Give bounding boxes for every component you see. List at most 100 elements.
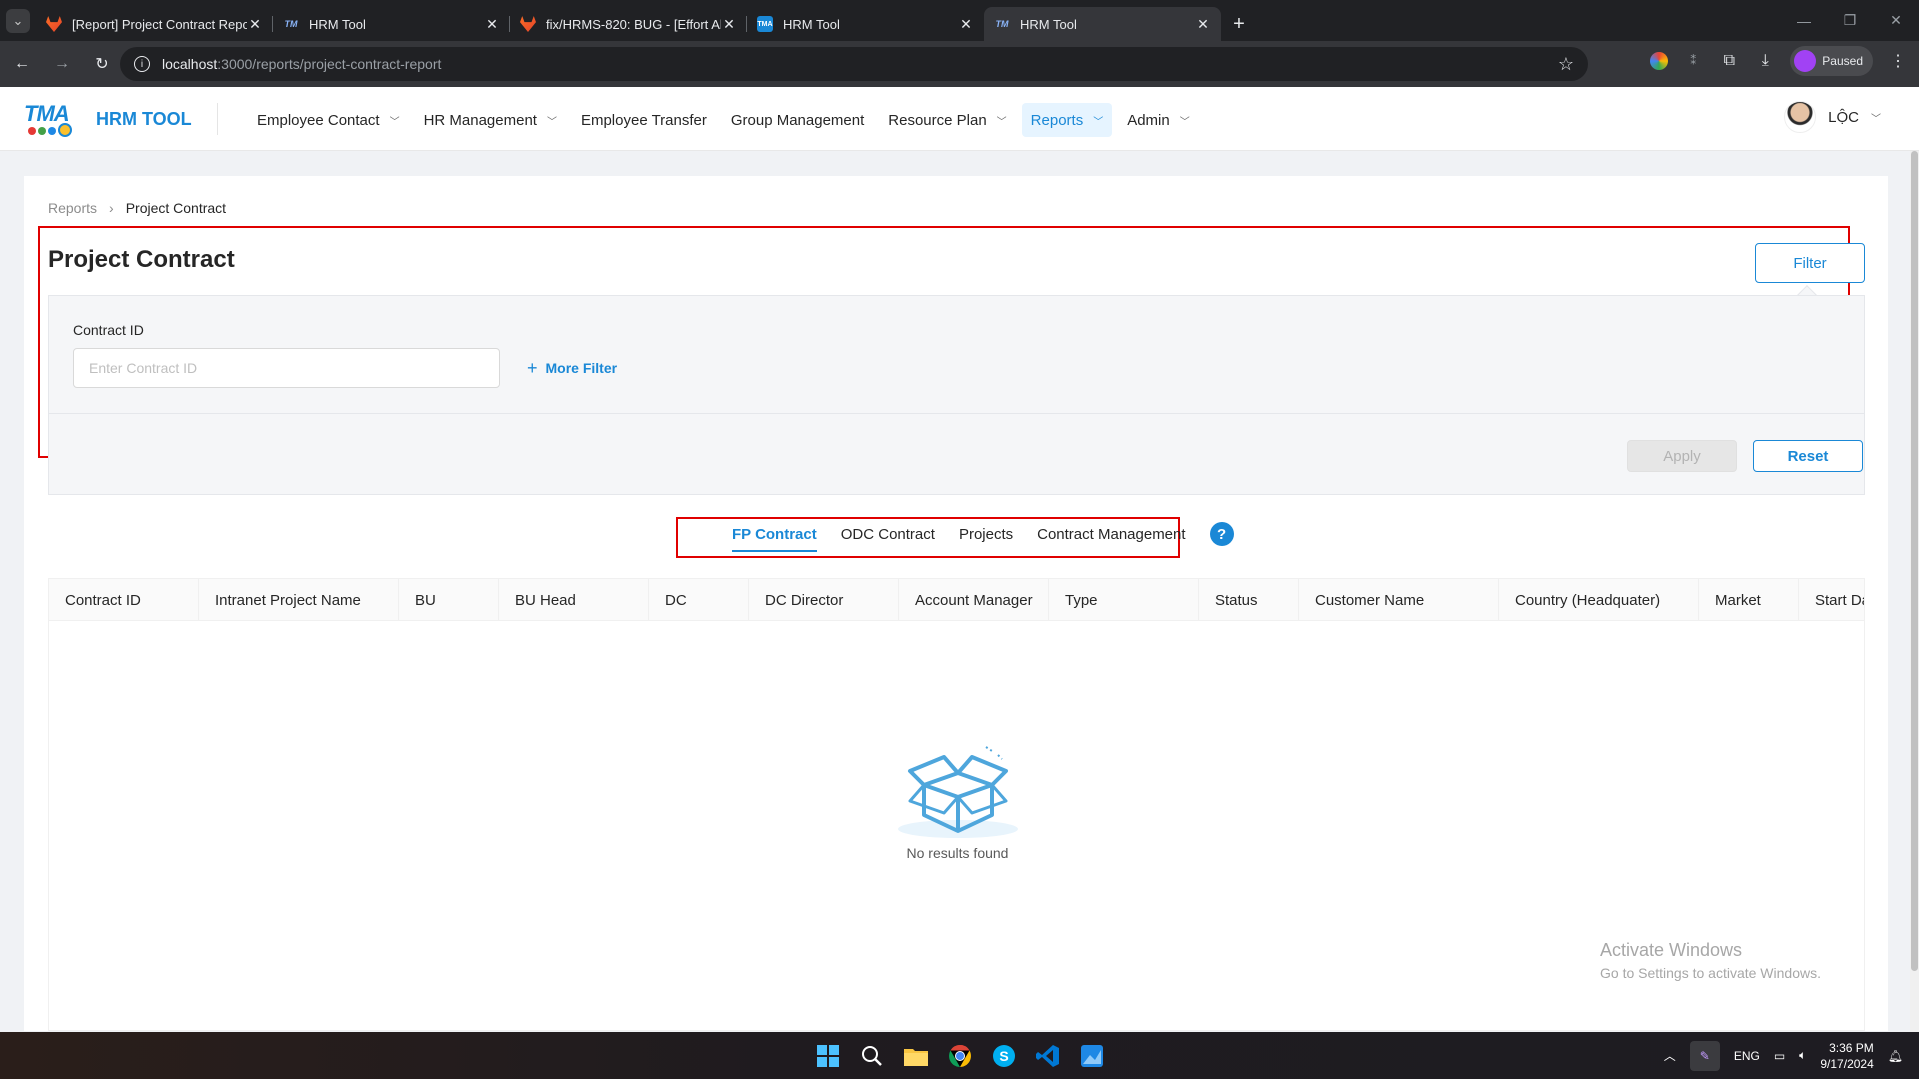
profile-button[interactable]: Paused xyxy=(1790,46,1873,76)
column-header[interactable]: DC xyxy=(649,579,749,621)
file-explorer-icon[interactable] xyxy=(900,1040,932,1072)
browser-tab[interactable]: [Report] Project Contract Report ✕ xyxy=(36,7,273,41)
close-icon[interactable]: ✕ xyxy=(1195,16,1211,33)
tab-contract-management[interactable]: Contract Management xyxy=(1037,514,1185,554)
close-icon[interactable]: ✕ xyxy=(484,16,500,33)
windows-start-icon[interactable] xyxy=(812,1040,844,1072)
system-tray: ︿ ✎ ENG ▭ 🔈︎ 3:36 PM 9/17/2024 🔔︎ xyxy=(1664,1032,1903,1079)
column-header[interactable]: Start Date xyxy=(1799,579,1864,621)
nav-label: HR Management xyxy=(423,111,537,129)
column-header[interactable]: Market xyxy=(1699,579,1799,621)
clock-time: 3:36 PM xyxy=(1829,1040,1874,1055)
nav-admin[interactable]: Admin ﹀ xyxy=(1118,103,1199,137)
column-header[interactable]: Status xyxy=(1199,579,1299,621)
nav-hr-management[interactable]: HR Management ﹀ xyxy=(415,103,566,137)
browser-tab-title: fix/HRMS-820: BUG - [Effort Allo xyxy=(546,16,721,32)
column-header[interactable]: Account Manager xyxy=(899,579,1049,621)
logo-dot xyxy=(48,127,56,135)
column-header[interactable]: BU xyxy=(399,579,499,621)
nav-reports[interactable]: Reports ﹀ xyxy=(1021,103,1113,137)
page-scrollbar[interactable] xyxy=(1910,151,1919,1032)
contract-id-input[interactable] xyxy=(73,348,500,388)
app-header: TMA HRM TOOL Employee Contact ﹀ HR Manage… xyxy=(0,87,1919,151)
contract-tabs: FP Contract ODC Contract Projects Contra… xyxy=(732,514,1234,554)
column-header[interactable]: Contract ID xyxy=(49,579,199,621)
more-menu-icon[interactable]: ⋮ xyxy=(1887,50,1909,72)
more-filter-button[interactable]: + More Filter xyxy=(527,359,617,377)
network-icon[interactable]: ▭ xyxy=(1774,1049,1785,1063)
main-nav: Employee Contact ﹀ HR Management ﹀ Employe… xyxy=(248,103,1205,137)
arrow-left-icon: ← xyxy=(14,55,30,72)
empty-box-icon xyxy=(897,746,1018,838)
address-bar[interactable]: i localhost :3000/reports/project-contra… xyxy=(120,47,1588,81)
close-icon[interactable]: ✕ xyxy=(958,16,974,33)
skype-icon[interactable]: S xyxy=(988,1040,1020,1072)
extension-icon[interactable]: ⁑ xyxy=(1682,50,1704,72)
user-menu[interactable]: LỘC ﹀ xyxy=(1784,101,1881,133)
clock-date: 9/17/2024 xyxy=(1820,1056,1874,1071)
puzzle-extensions-icon[interactable]: ⧉ xyxy=(1718,50,1740,72)
tma-icon: TMA xyxy=(757,16,773,32)
watermark-line1: Activate Windows xyxy=(1600,940,1743,960)
scrollbar-thumb[interactable] xyxy=(1911,151,1918,971)
nav-employee-contact[interactable]: Employee Contact ﹀ xyxy=(248,103,409,137)
chrome-icon[interactable] xyxy=(944,1040,976,1072)
pen-icon[interactable]: ✎ xyxy=(1689,1040,1720,1071)
restore-icon[interactable]: ❐ xyxy=(1827,0,1873,41)
close-window-icon[interactable]: ✕ xyxy=(1873,0,1919,41)
nav-label: Resource Plan xyxy=(888,111,987,129)
column-header[interactable]: DC Director xyxy=(749,579,899,621)
app-logo[interactable]: TMA HRM TOOL xyxy=(24,101,192,137)
language-indicator[interactable]: ENG xyxy=(1734,1049,1760,1063)
tma-icon: TM xyxy=(995,19,1009,29)
download-icon[interactable]: ⤓ xyxy=(1754,50,1776,72)
column-header[interactable]: BU Head xyxy=(499,579,649,621)
empty-state: No results found xyxy=(49,739,1864,861)
browser-tab[interactable]: TMA HRM Tool ✕ xyxy=(747,7,984,41)
tab-projects[interactable]: Projects xyxy=(959,514,1013,554)
tma-icon: TM xyxy=(284,19,298,29)
column-header[interactable]: Type xyxy=(1049,579,1199,621)
forward-button[interactable]: → xyxy=(44,46,80,82)
toolbar-right: ⁑ ⧉ ⤓ Paused ⋮ xyxy=(1650,46,1909,76)
tab-fp-contract[interactable]: FP Contract xyxy=(732,514,817,554)
browser-tab[interactable]: fix/HRMS-820: BUG - [Effort Allo ✕ xyxy=(510,7,747,41)
chevron-up-icon[interactable]: ︿ xyxy=(1664,1047,1676,1064)
notification-bell-icon[interactable]: 🔔︎ xyxy=(1888,1049,1903,1063)
filter-button[interactable]: Filter xyxy=(1755,243,1865,283)
image-app-icon[interactable] xyxy=(1076,1040,1108,1072)
close-icon[interactable]: ✕ xyxy=(247,16,263,33)
help-icon[interactable]: ? xyxy=(1209,522,1234,546)
new-tab-button[interactable]: + xyxy=(1221,7,1257,41)
column-header[interactable]: Country (Headquater) xyxy=(1499,579,1699,621)
extension-color-icon[interactable] xyxy=(1650,52,1669,70)
reset-button[interactable]: Reset xyxy=(1753,440,1863,472)
vscode-icon[interactable] xyxy=(1032,1040,1064,1072)
nav-label: Admin xyxy=(1127,111,1170,129)
windows-activation-watermark: Activate Windows Go to Settings to activ… xyxy=(1600,940,1821,981)
close-icon[interactable]: ✕ xyxy=(721,16,737,33)
search-icon[interactable] xyxy=(856,1040,888,1072)
contract-table: Contract ID Intranet Project Name BU BU … xyxy=(48,578,1865,1031)
breadcrumb-parent[interactable]: Reports xyxy=(48,200,97,216)
column-header[interactable]: Intranet Project Name xyxy=(199,579,399,621)
chevron-right-icon: › xyxy=(109,200,114,216)
browser-tab-active[interactable]: TM HRM Tool ✕ xyxy=(984,7,1221,41)
volume-icon[interactable]: 🔈︎ xyxy=(1799,1048,1806,1063)
bookmark-star-icon[interactable]: ☆ xyxy=(1558,54,1574,75)
browser-tab[interactable]: TM HRM Tool ✕ xyxy=(273,7,510,41)
minimize-icon[interactable]: — xyxy=(1781,0,1827,41)
logo-dot xyxy=(28,127,36,135)
tab-odc-contract[interactable]: ODC Contract xyxy=(841,514,935,554)
back-button[interactable]: ← xyxy=(4,46,40,82)
nav-resource-plan[interactable]: Resource Plan ﹀ xyxy=(879,103,1015,137)
apply-button[interactable]: Apply xyxy=(1627,440,1737,472)
nav-group-management[interactable]: Group Management xyxy=(722,103,873,137)
nav-employee-transfer[interactable]: Employee Transfer xyxy=(572,103,716,137)
clock[interactable]: 3:36 PM 9/17/2024 xyxy=(1820,1040,1873,1072)
tab-search-button[interactable]: ⌄ xyxy=(0,0,36,41)
site-info-icon[interactable]: i xyxy=(134,56,150,72)
chevron-down-icon: ﹀ xyxy=(996,116,1007,128)
column-header[interactable]: Customer Name xyxy=(1299,579,1499,621)
reload-button[interactable]: ↻ xyxy=(84,46,120,82)
